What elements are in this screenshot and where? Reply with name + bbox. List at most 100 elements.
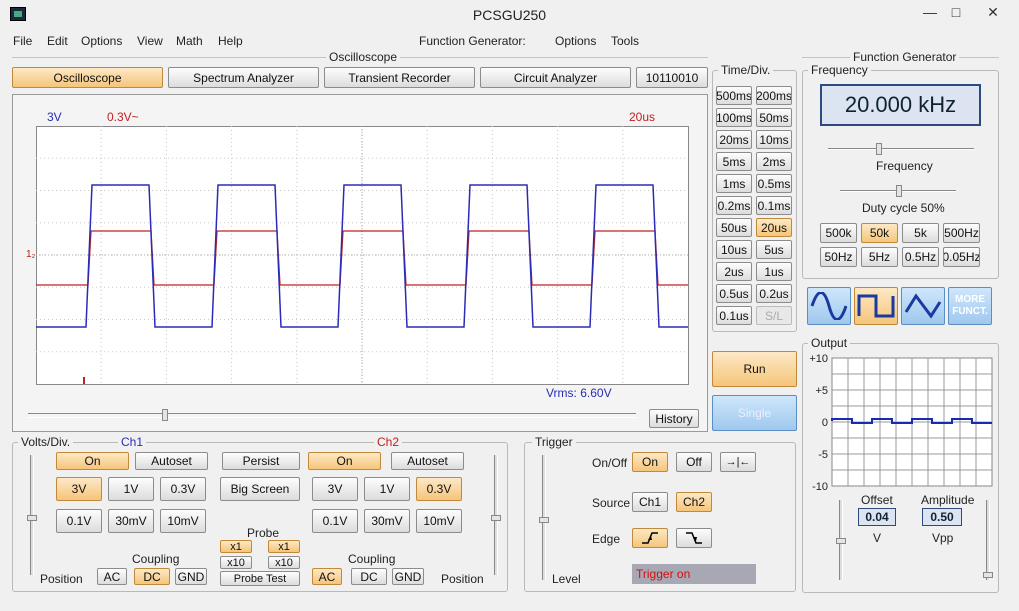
persist-button[interactable]: Persist bbox=[222, 452, 300, 470]
trigger-level-thumb[interactable] bbox=[539, 517, 549, 523]
ch2-position-slider[interactable] bbox=[491, 455, 501, 575]
scope-scroll-thumb[interactable] bbox=[162, 409, 168, 421]
wave-triangle-button[interactable] bbox=[901, 287, 945, 325]
probe-test-button[interactable]: Probe Test bbox=[220, 571, 300, 586]
timediv-02ms[interactable]: 0.2ms bbox=[716, 196, 752, 215]
timediv-2us[interactable]: 2us bbox=[716, 262, 752, 281]
wave-square-button[interactable] bbox=[854, 287, 898, 325]
timediv-5ms[interactable]: 5ms bbox=[716, 152, 752, 171]
timediv-5us[interactable]: 5us bbox=[756, 240, 792, 259]
ch2-probe-x1[interactable]: x1 bbox=[268, 540, 300, 553]
trigger-source-ch2[interactable]: Ch2 bbox=[676, 492, 712, 512]
history-button[interactable]: History bbox=[649, 409, 699, 428]
ch2-coupling-gnd[interactable]: GND bbox=[392, 568, 424, 585]
timediv-20ms[interactable]: 20ms bbox=[716, 130, 752, 149]
timediv-10ms[interactable]: 10ms bbox=[756, 130, 792, 149]
timediv-05ms[interactable]: 0.5ms bbox=[756, 174, 792, 193]
frequency-slider[interactable] bbox=[828, 143, 974, 155]
mode-transient-recorder[interactable]: Transient Recorder bbox=[324, 67, 475, 88]
timediv-1us[interactable]: 1us bbox=[756, 262, 792, 281]
ch1-volt-0p1v[interactable]: 0.1V bbox=[56, 509, 102, 533]
big-screen-button[interactable]: Big Screen bbox=[220, 477, 300, 501]
trigger-edge-falling[interactable] bbox=[676, 528, 712, 548]
ch2-volt-0p3v[interactable]: 0.3V bbox=[416, 477, 462, 501]
fg-range-0p05hz[interactable]: 0.05Hz bbox=[943, 247, 980, 267]
trigger-level-slider[interactable] bbox=[539, 455, 549, 580]
duty-slider[interactable] bbox=[840, 185, 956, 197]
fg-range-0p5hz[interactable]: 0.5Hz bbox=[902, 247, 939, 267]
fg-range-500k[interactable]: 500k bbox=[820, 223, 857, 243]
mode-circuit-analyzer[interactable]: Circuit Analyzer bbox=[480, 67, 631, 88]
timediv-01ms[interactable]: 0.1ms bbox=[756, 196, 792, 215]
fg-range-5k[interactable]: 5k bbox=[902, 223, 939, 243]
ch1-volt-10mv[interactable]: 10mV bbox=[160, 509, 206, 533]
offset-slider[interactable] bbox=[836, 500, 846, 580]
run-button[interactable]: Run bbox=[712, 351, 797, 387]
duty-slider-thumb[interactable] bbox=[896, 185, 902, 197]
timediv-200ms[interactable]: 200ms bbox=[756, 86, 792, 105]
timediv-50us[interactable]: 50us bbox=[716, 218, 752, 237]
offset-slider-thumb[interactable] bbox=[836, 538, 846, 544]
ch1-volt-30mv[interactable]: 30mV bbox=[108, 509, 154, 533]
fg-range-5hz[interactable]: 5Hz bbox=[861, 247, 898, 267]
timediv-2ms[interactable]: 2ms bbox=[756, 152, 792, 171]
ch2-autoset-button[interactable]: Autoset bbox=[391, 452, 464, 470]
menu-fg-options[interactable]: Options bbox=[555, 34, 596, 48]
ch1-coupling-dc[interactable]: DC bbox=[134, 568, 170, 585]
ch1-volt-1v[interactable]: 1V bbox=[108, 477, 154, 501]
timediv-05us[interactable]: 0.5us bbox=[716, 284, 752, 303]
single-button[interactable]: Single bbox=[712, 395, 797, 431]
amplitude-slider[interactable] bbox=[983, 500, 993, 580]
ch2-coupling-ac[interactable]: AC bbox=[312, 568, 342, 585]
ch2-on-button[interactable]: On bbox=[308, 452, 381, 470]
menu-options[interactable]: Options bbox=[81, 34, 122, 48]
timediv-20us[interactable]: 20us bbox=[756, 218, 792, 237]
timediv-02us[interactable]: 0.2us bbox=[756, 284, 792, 303]
trigger-source-ch1[interactable]: Ch1 bbox=[632, 492, 668, 512]
scope-scrollbar[interactable] bbox=[28, 409, 636, 421]
ch1-coupling-ac[interactable]: AC bbox=[97, 568, 127, 585]
ch2-volt-10mv[interactable]: 10mV bbox=[416, 509, 462, 533]
ch1-autoset-button[interactable]: Autoset bbox=[135, 452, 208, 470]
ch2-volt-30mv[interactable]: 30mV bbox=[364, 509, 410, 533]
ch2-probe-x10[interactable]: x10 bbox=[268, 556, 300, 569]
menu-function-generator[interactable]: Function Generator: bbox=[419, 34, 526, 48]
menu-tools[interactable]: Tools bbox=[611, 34, 639, 48]
frequency-slider-thumb[interactable] bbox=[876, 143, 882, 155]
ch2-coupling-dc[interactable]: DC bbox=[351, 568, 387, 585]
amplitude-slider-thumb[interactable] bbox=[983, 572, 993, 578]
trigger-on-button[interactable]: On bbox=[632, 452, 668, 472]
timediv-50ms[interactable]: 50ms bbox=[756, 108, 792, 127]
wave-sine-button[interactable] bbox=[807, 287, 851, 325]
mode-logic[interactable]: 10110010 bbox=[636, 67, 708, 88]
menu-file[interactable]: File bbox=[13, 34, 32, 48]
menu-edit[interactable]: Edit bbox=[47, 34, 68, 48]
trigger-off-button[interactable]: Off bbox=[676, 452, 712, 472]
trigger-edge-rising[interactable] bbox=[632, 528, 668, 548]
menu-help[interactable]: Help bbox=[218, 34, 243, 48]
ch1-position-thumb[interactable] bbox=[27, 515, 37, 521]
ch1-probe-x10[interactable]: x10 bbox=[220, 556, 252, 569]
timediv-sl[interactable]: S/L bbox=[756, 306, 792, 325]
ch2-volt-3v[interactable]: 3V bbox=[312, 477, 358, 501]
close-button[interactable]: ✕ bbox=[970, 0, 1016, 24]
fg-range-50k[interactable]: 50k bbox=[861, 223, 898, 243]
timediv-100ms[interactable]: 100ms bbox=[716, 108, 752, 127]
timediv-1ms[interactable]: 1ms bbox=[716, 174, 752, 193]
menu-math[interactable]: Math bbox=[176, 34, 203, 48]
trigger-expand-button[interactable]: →|← bbox=[720, 452, 756, 472]
ch1-position-slider[interactable] bbox=[27, 455, 37, 575]
ch1-on-button[interactable]: On bbox=[56, 452, 129, 470]
ch1-probe-x1[interactable]: x1 bbox=[220, 540, 252, 553]
ch2-position-thumb[interactable] bbox=[491, 515, 501, 521]
ch1-volt-3v[interactable]: 3V bbox=[56, 477, 102, 501]
fg-range-500hz[interactable]: 500Hz bbox=[943, 223, 980, 243]
mode-oscilloscope[interactable]: Oscilloscope bbox=[12, 67, 163, 88]
timediv-10us[interactable]: 10us bbox=[716, 240, 752, 259]
fg-range-50hz[interactable]: 50Hz bbox=[820, 247, 857, 267]
timediv-500ms[interactable]: 500ms bbox=[716, 86, 752, 105]
mode-spectrum-analyzer[interactable]: Spectrum Analyzer bbox=[168, 67, 319, 88]
menu-view[interactable]: View bbox=[137, 34, 163, 48]
more-functions-button[interactable]: MORE FUNCT. bbox=[948, 287, 992, 325]
ch2-volt-1v[interactable]: 1V bbox=[364, 477, 410, 501]
